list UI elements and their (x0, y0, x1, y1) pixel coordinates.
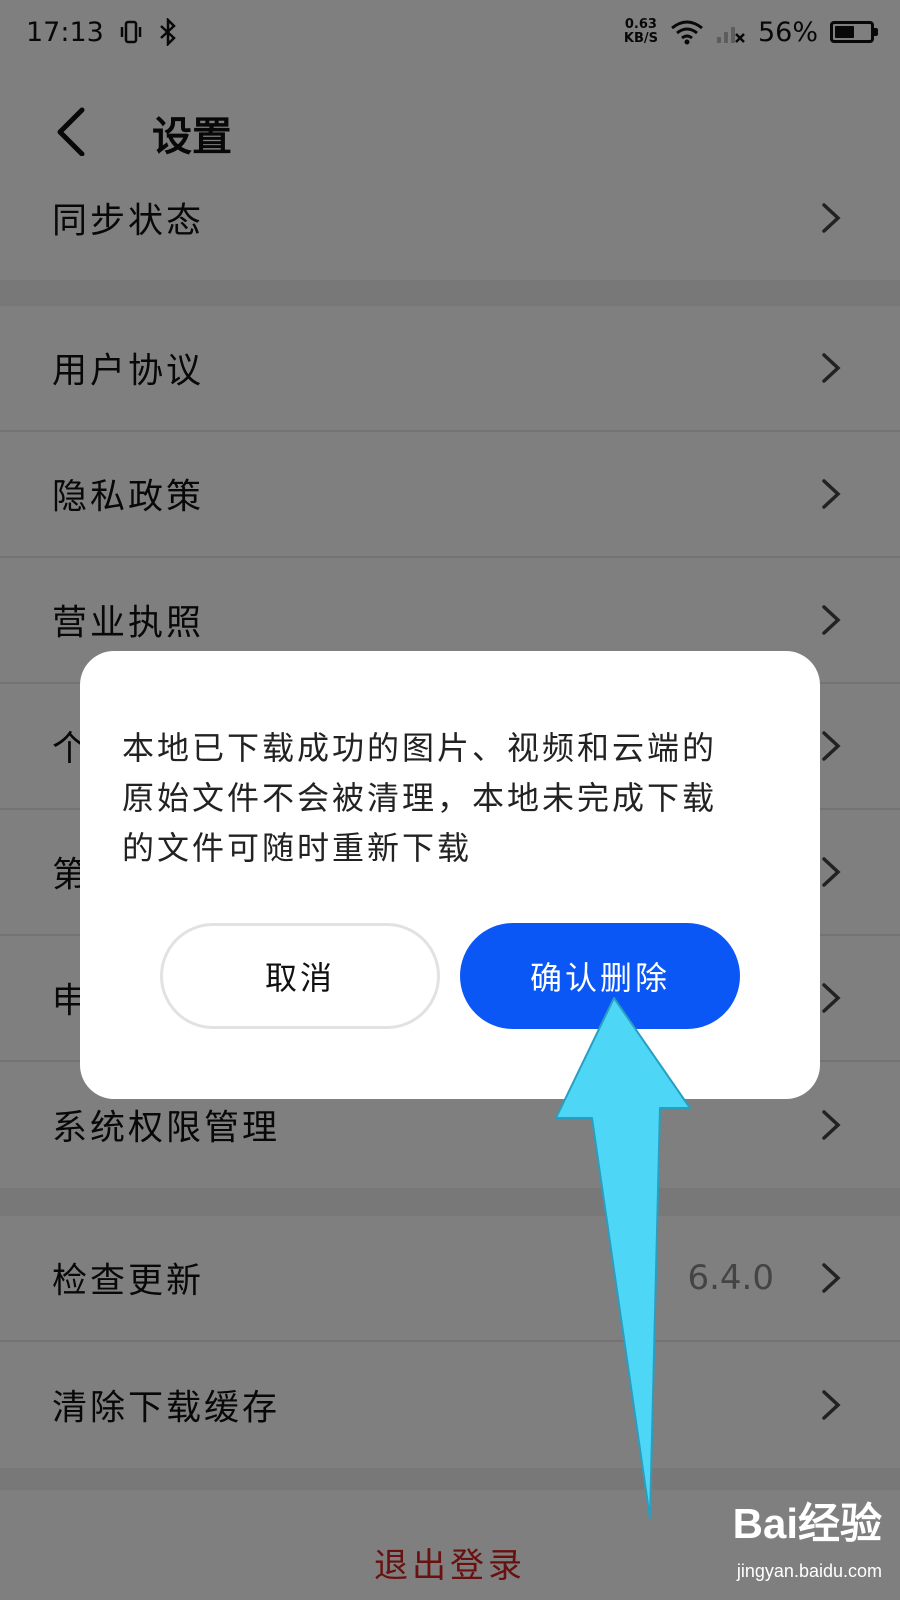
watermark-url: jingyan.baidu.com (736, 1561, 882, 1581)
dialog-message: 本地已下载成功的图片、视频和云端的 原始文件不会被清理，本地未完成下载 的文件可… (122, 723, 778, 873)
dialog-message-line: 的文件可随时重新下载 (122, 829, 473, 867)
confirm-delete-button[interactable]: 确认删除 (460, 923, 740, 1029)
dialog-message-line: 本地已下载成功的图片、视频和云端的 (122, 729, 718, 767)
cancel-button[interactable]: 取消 (160, 923, 440, 1029)
confirm-clear-cache-dialog: 本地已下载成功的图片、视频和云端的 原始文件不会被清理，本地未完成下载 的文件可… (80, 651, 820, 1099)
watermark-logo: Bai经验 (732, 1500, 882, 1547)
baidu-jingyan-watermark: Bai经验 jingyan.baidu.com (712, 1490, 882, 1582)
dialog-message-line: 原始文件不会被清理，本地未完成下载 (122, 779, 718, 817)
